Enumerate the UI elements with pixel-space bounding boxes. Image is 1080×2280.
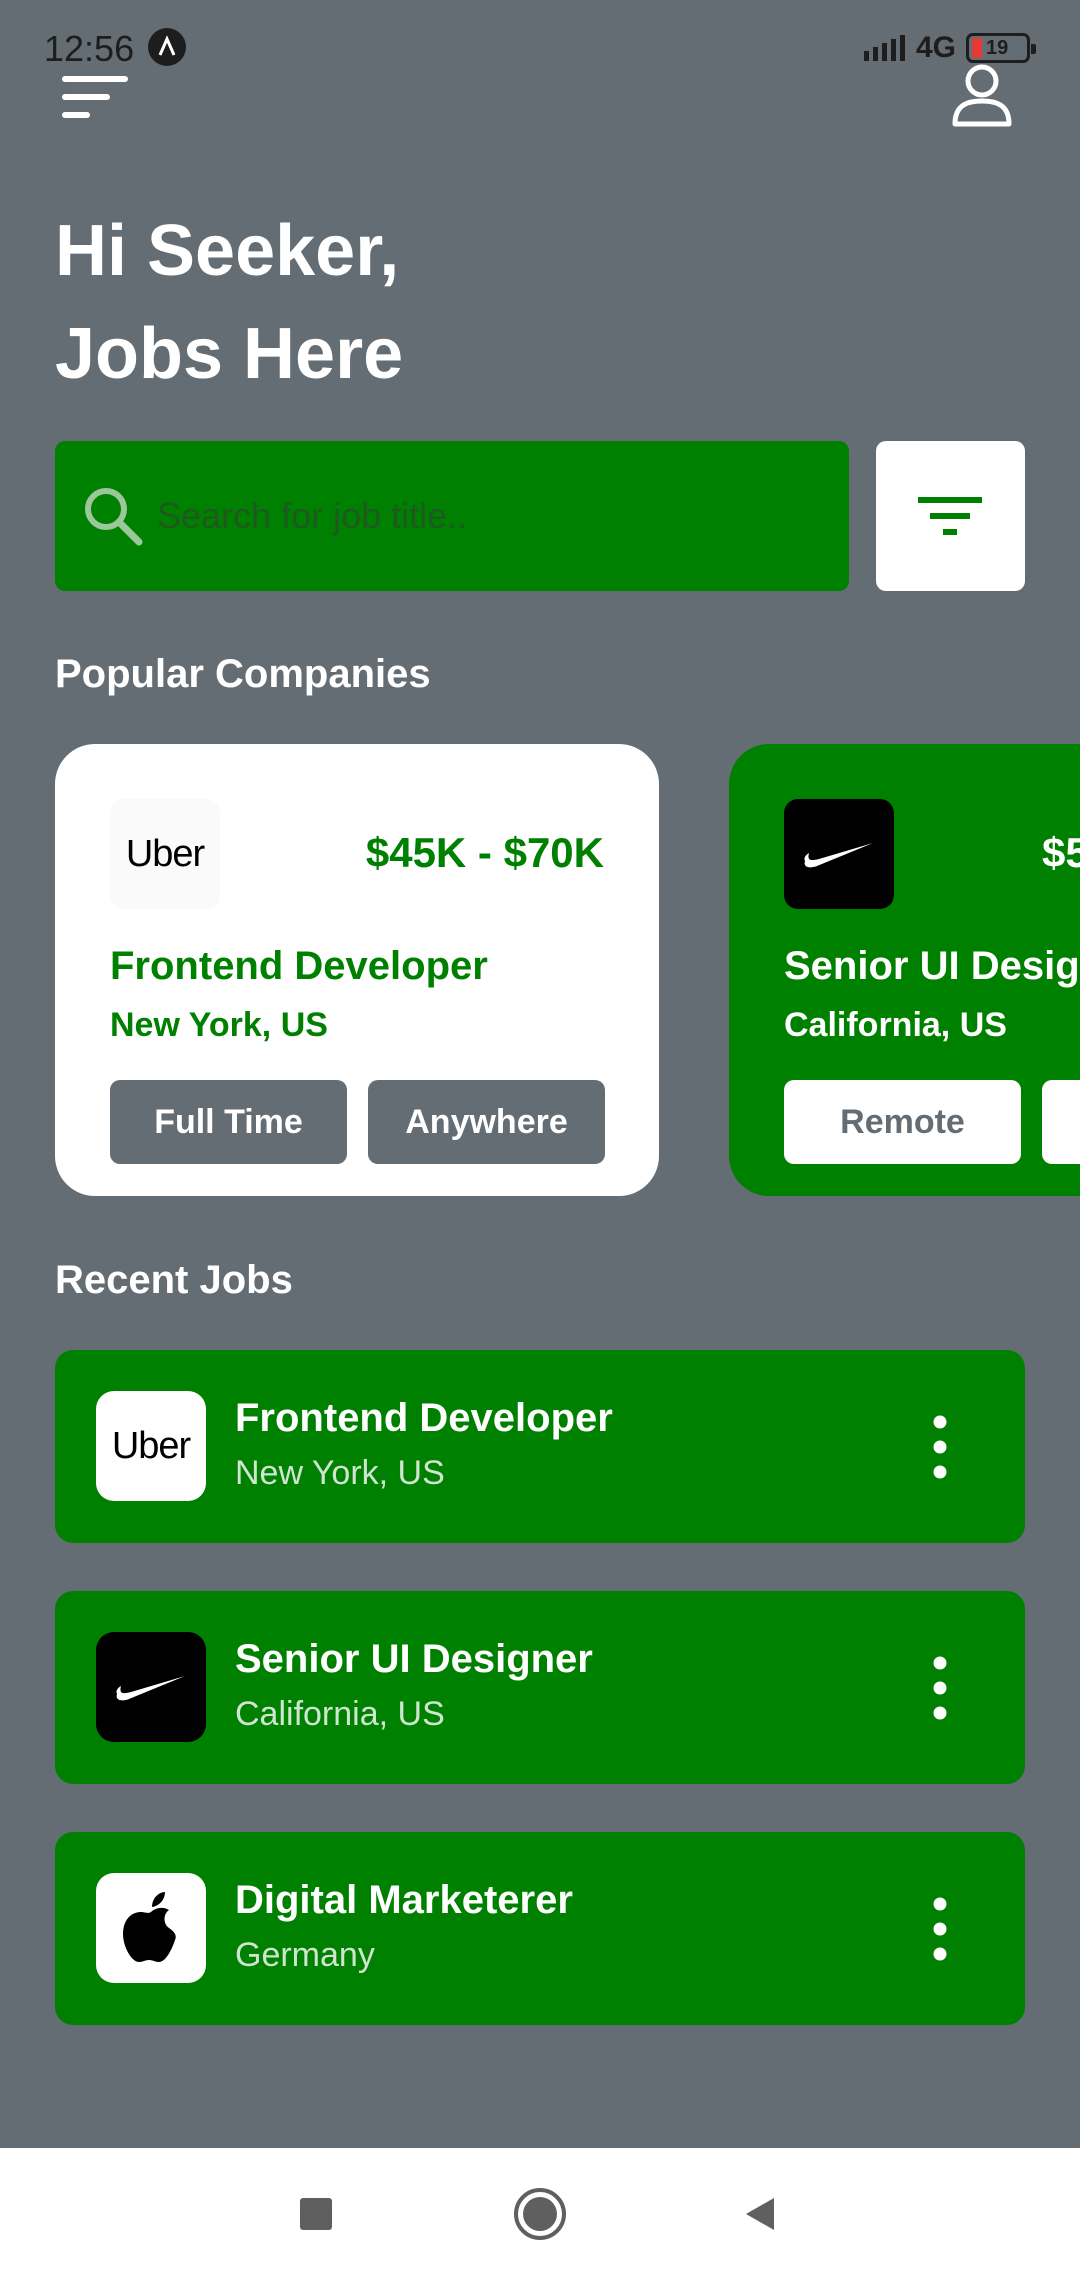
uber-logo: Uber — [96, 1391, 206, 1501]
job-location: California, US — [235, 1695, 445, 1733]
popular-companies-carousel[interactable]: Uber $45K - $70K Frontend Developer New … — [0, 744, 1080, 1196]
profile-button[interactable] — [950, 62, 1014, 128]
more-vertical-icon — [933, 1656, 947, 1720]
job-location: New York, US — [235, 1454, 445, 1492]
network-type: 4G — [915, 31, 956, 64]
company-card[interactable]: $5 Senior UI Designer California, US Rem… — [729, 744, 1080, 1196]
job-title: Senior UI Designer — [235, 1637, 593, 1681]
nike-logo — [96, 1632, 206, 1742]
recent-job-item[interactable]: Digital Marketerer Germany — [55, 1832, 1025, 2025]
battery-level: 19 — [986, 36, 1009, 59]
back-button[interactable] — [720, 2178, 800, 2250]
more-options-button[interactable] — [925, 1894, 955, 1964]
apple-logo — [96, 1873, 206, 1983]
job-location: Germany — [235, 1936, 375, 1974]
greeting-heading: Hi Seeker, Jobs Here — [55, 200, 403, 406]
recent-jobs-heading: Recent Jobs — [55, 1258, 293, 1302]
job-title: Frontend Developer — [235, 1396, 613, 1440]
job-title: Frontend Developer — [110, 944, 488, 988]
filter-icon — [917, 497, 982, 535]
more-options-button[interactable] — [925, 1412, 955, 1482]
greeting-line-1: Hi Seeker, — [55, 211, 400, 291]
search-bar[interactable] — [55, 441, 849, 591]
job-location: New York, US — [110, 1006, 328, 1044]
more-vertical-icon — [933, 1415, 947, 1479]
home-button[interactable] — [500, 2178, 580, 2250]
popular-companies-heading: Popular Companies — [55, 652, 431, 696]
recents-button[interactable] — [276, 2178, 356, 2250]
apple-icon — [123, 1892, 176, 1962]
salary-range: $45K - $70K — [365, 829, 604, 876]
job-location-tag[interactable]: Anywhere — [368, 1080, 605, 1164]
job-location: California, US — [784, 1006, 1007, 1044]
greeting-line-2: Jobs Here — [55, 314, 404, 394]
square-icon — [300, 2198, 332, 2230]
status-bar: 12:56 4G 19 — [0, 0, 1080, 90]
job-location-tag[interactable] — [1042, 1080, 1080, 1164]
circle-icon — [514, 2188, 566, 2240]
notification-app-icon — [148, 28, 186, 66]
salary-range: $5 — [1042, 829, 1080, 876]
uber-logo: Uber — [110, 799, 220, 909]
back-triangle-icon — [746, 2198, 774, 2230]
nike-swoosh-icon — [804, 843, 873, 868]
recent-job-item[interactable]: Uber Frontend Developer New York, US — [55, 1350, 1025, 1543]
search-icon — [85, 488, 143, 546]
search-input[interactable] — [157, 495, 797, 537]
nike-swoosh-icon — [116, 1676, 185, 1701]
job-type-tag[interactable]: Full Time — [110, 1080, 347, 1164]
status-time: 12:56 — [44, 28, 135, 69]
more-vertical-icon — [933, 1897, 947, 1961]
job-title: Digital Marketerer — [235, 1878, 573, 1922]
user-icon — [952, 64, 1012, 127]
job-type-tag[interactable]: Remote — [784, 1080, 1021, 1164]
more-options-button[interactable] — [925, 1653, 955, 1723]
signal-icon — [863, 35, 905, 61]
menu-button[interactable] — [62, 72, 132, 122]
battery-icon: 19 — [966, 33, 1036, 63]
menu-icon — [62, 76, 128, 118]
filter-button[interactable] — [876, 441, 1025, 591]
job-title: Senior UI Designer — [784, 944, 1080, 988]
nike-logo — [784, 799, 894, 909]
recent-job-item[interactable]: Senior UI Designer California, US — [55, 1591, 1025, 1784]
system-nav-bar — [0, 2148, 1080, 2280]
company-card[interactable]: Uber $45K - $70K Frontend Developer New … — [55, 744, 659, 1196]
